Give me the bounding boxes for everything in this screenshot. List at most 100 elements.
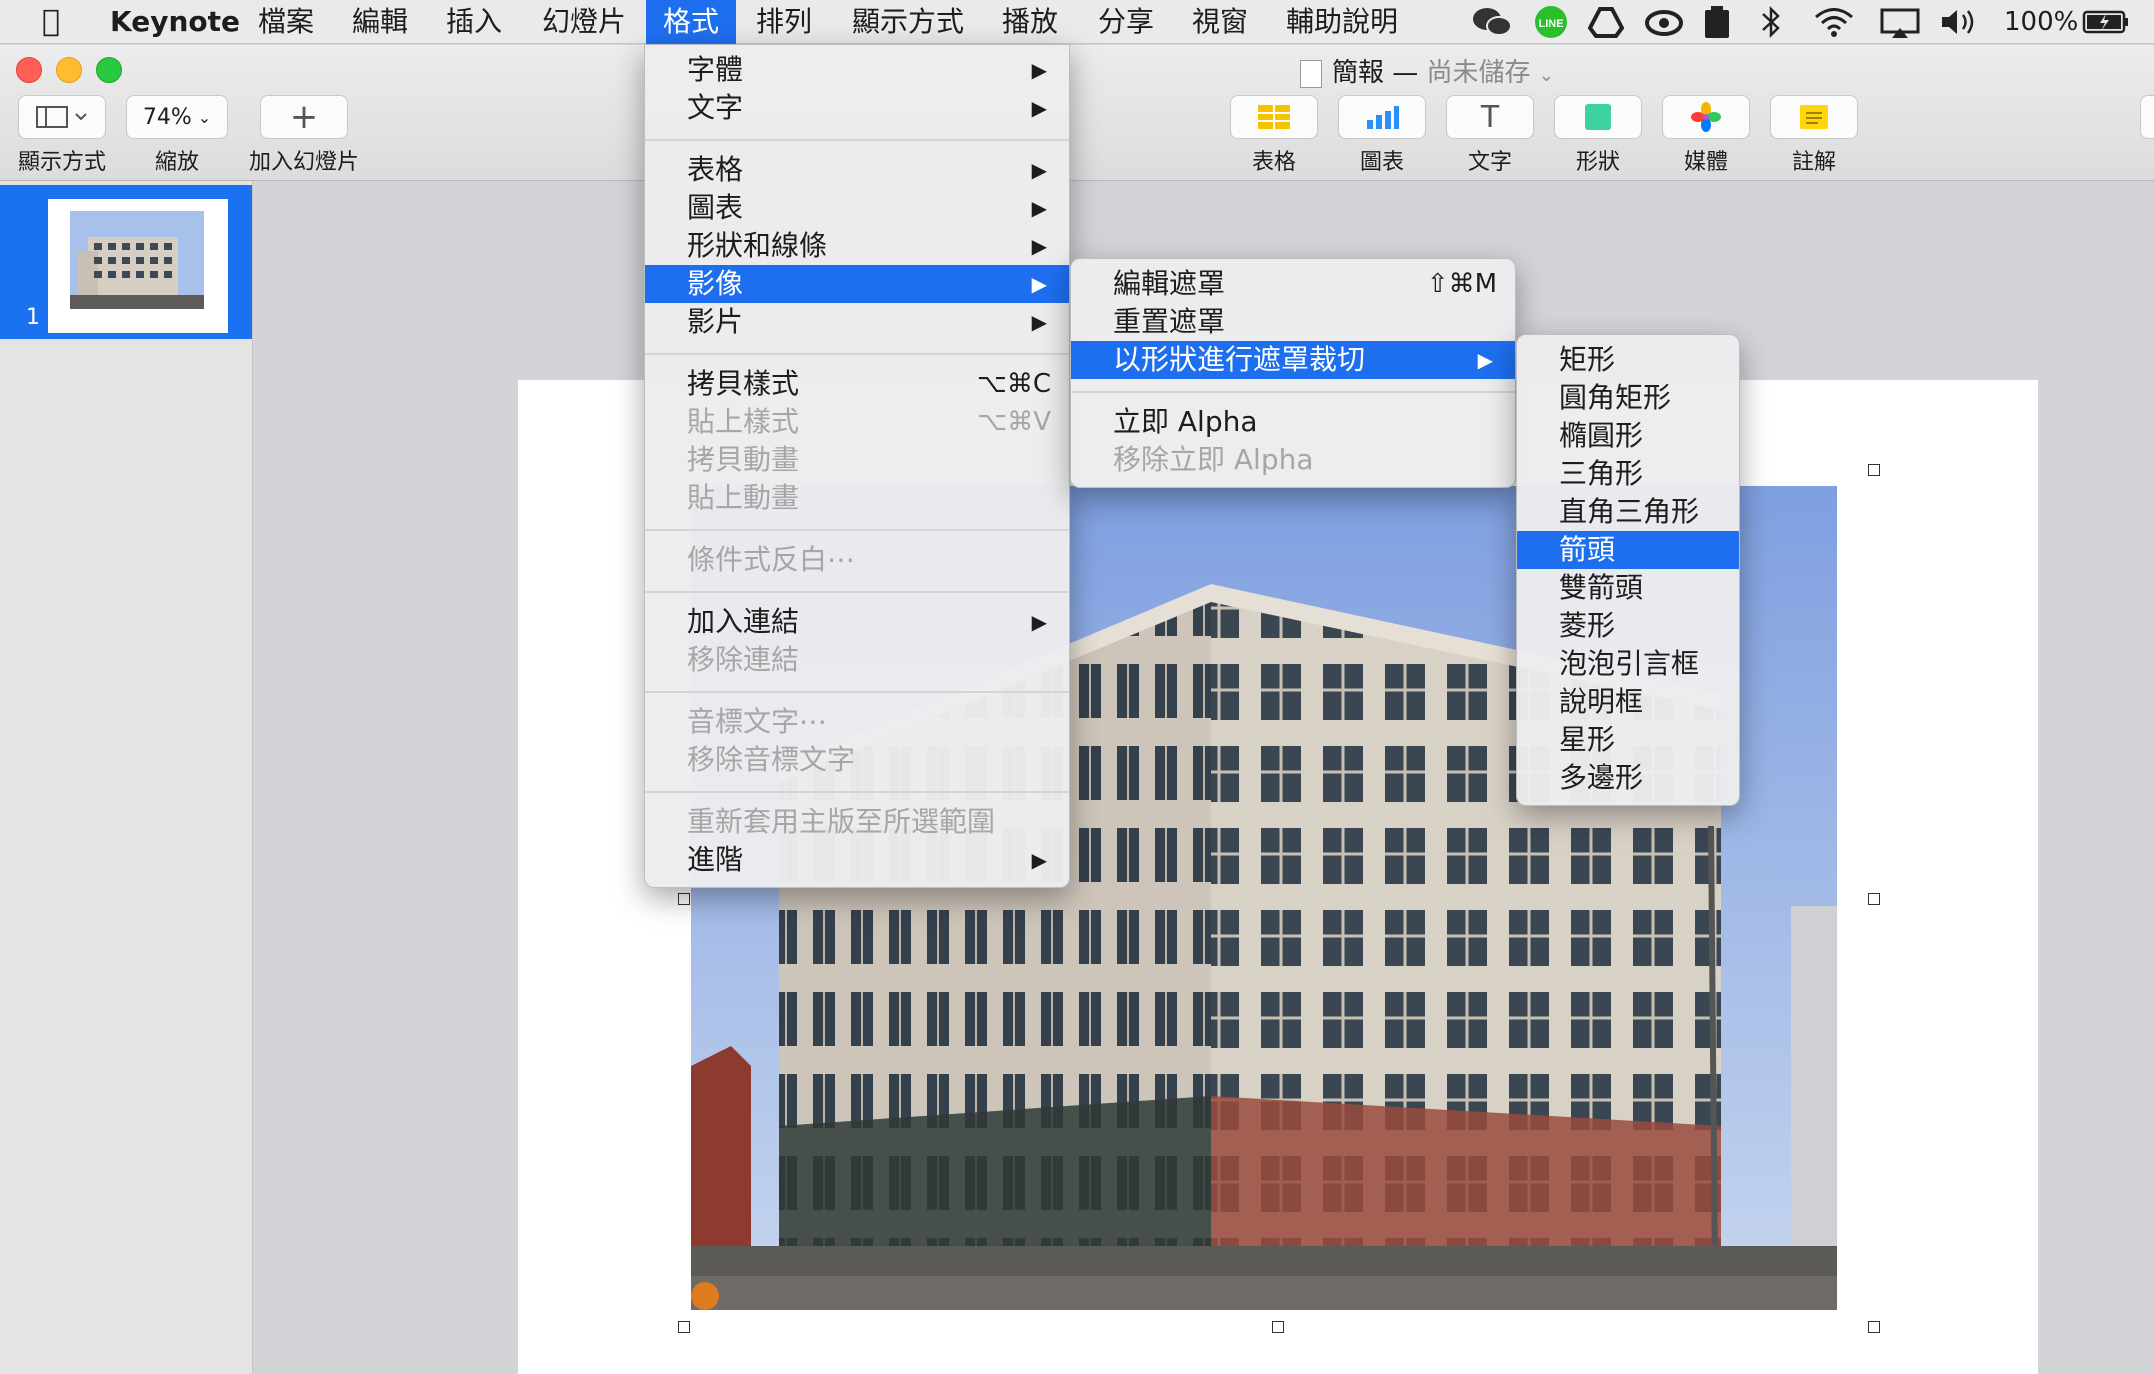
selection-handle[interactable] bbox=[678, 893, 690, 905]
battery-icon[interactable] bbox=[2082, 4, 2130, 40]
menu-arrange[interactable]: 排列 bbox=[742, 0, 826, 44]
menu-item-label: 菱形 bbox=[1559, 609, 1616, 642]
submenu-arrow-icon: ▶ bbox=[1031, 158, 1047, 182]
airplay-icon[interactable] bbox=[1878, 4, 1922, 40]
shape-item-right-triangle[interactable]: 直角三角形 bbox=[1517, 493, 1739, 531]
menu-edit[interactable]: 編輯 bbox=[338, 0, 422, 44]
menu-item-table[interactable]: 表格 ▶ bbox=[645, 151, 1069, 189]
menu-item-reset-mask[interactable]: 重置遮罩 bbox=[1071, 303, 1515, 341]
menu-item-label: 字體 bbox=[687, 53, 744, 86]
menu-file[interactable]: 檔案 bbox=[244, 0, 328, 44]
menu-window[interactable]: 視窗 bbox=[1178, 0, 1262, 44]
menu-item-instant-alpha[interactable]: 立即 Alpha bbox=[1071, 403, 1515, 441]
menu-play[interactable]: 播放 bbox=[988, 0, 1072, 44]
submenu-arrow-icon: ▶ bbox=[1031, 848, 1047, 872]
menu-item-shapes-lines[interactable]: 形狀和線條 ▶ bbox=[645, 227, 1069, 265]
shape-item-callout[interactable]: 說明框 bbox=[1517, 683, 1739, 721]
app-menu-keynote[interactable]: Keynote bbox=[96, 0, 254, 44]
bluetooth-icon[interactable] bbox=[1760, 4, 1782, 40]
shape-item-double-arrow[interactable]: 雙箭頭 bbox=[1517, 569, 1739, 607]
shape-label: 形狀 bbox=[1575, 150, 1620, 175]
chevron-down-icon: ⌄ bbox=[197, 107, 212, 127]
table-button[interactable] bbox=[1230, 95, 1318, 139]
text-icon: T bbox=[1480, 99, 1500, 135]
image-submenu: 編輯遮罩 ⇧⌘M 重置遮罩 以形狀進行遮罩裁切 ▶ 立即 Alpha 移除立即 Al… bbox=[1070, 258, 1516, 488]
shape-item-oval[interactable]: 橢圓形 bbox=[1517, 417, 1739, 455]
shape-item-rounded-rectangle[interactable]: 圓角矩形 bbox=[1517, 379, 1739, 417]
slide-thumbnail-row[interactable]: 1 bbox=[0, 185, 252, 339]
selection-handle[interactable] bbox=[1868, 1321, 1880, 1333]
clipboard-icon[interactable] bbox=[1702, 4, 1732, 40]
menu-format[interactable]: 格式 bbox=[646, 0, 736, 44]
menu-share[interactable]: 分享 bbox=[1084, 0, 1168, 44]
zoom-select[interactable]: 74% ⌄ bbox=[126, 95, 228, 139]
chart-button[interactable] bbox=[1338, 95, 1426, 139]
chevron-down-icon: ⌄ bbox=[1538, 65, 1554, 86]
submenu-arrow-icon: ▶ bbox=[1031, 196, 1047, 220]
shape-item-arrow[interactable]: 箭頭 bbox=[1517, 531, 1739, 569]
shape-button[interactable] bbox=[1554, 95, 1642, 139]
submenu-arrow-icon: ▶ bbox=[1031, 310, 1047, 334]
menu-insert[interactable]: 插入 bbox=[432, 0, 516, 44]
close-window-button[interactable] bbox=[16, 57, 42, 83]
menu-item-label: 音標文字⋯ bbox=[687, 705, 828, 738]
volume-icon[interactable] bbox=[1938, 4, 1982, 40]
title-separator: — bbox=[1392, 58, 1419, 88]
menu-item-chart[interactable]: 圖表 ▶ bbox=[645, 189, 1069, 227]
slide-navigator: 1 bbox=[0, 181, 253, 1374]
shape-item-quote-bubble[interactable]: 泡泡引言框 bbox=[1517, 645, 1739, 683]
apple-icon[interactable]:  bbox=[28, 0, 74, 44]
creative-cloud-icon[interactable] bbox=[1644, 4, 1684, 40]
selection-handle[interactable] bbox=[1868, 893, 1880, 905]
slide-thumbnail[interactable] bbox=[48, 199, 228, 333]
chart-label: 圖表 bbox=[1359, 150, 1404, 175]
menu-item-mask-with-shape[interactable]: 以形狀進行遮罩裁切 ▶ bbox=[1071, 341, 1515, 379]
shape-item-polygon[interactable]: 多邊形 bbox=[1517, 759, 1739, 797]
line-icon[interactable]: LINE bbox=[1532, 4, 1570, 40]
menu-shortcut: ⌥⌘C bbox=[976, 369, 1051, 399]
shape-mask-submenu: 矩形 圓角矩形 橢圓形 三角形 直角三角形 箭頭 雙箭頭 菱形 泡泡引言框 說明… bbox=[1516, 334, 1740, 806]
menu-item-movie[interactable]: 影片 ▶ bbox=[645, 303, 1069, 341]
selection-handle[interactable] bbox=[1868, 464, 1880, 476]
menu-item-label: 形狀和線條 bbox=[687, 229, 828, 262]
media-button[interactable] bbox=[1662, 95, 1750, 139]
menu-item-add-link[interactable]: 加入連結 ▶ bbox=[645, 603, 1069, 641]
menu-item-label: 泡泡引言框 bbox=[1559, 647, 1700, 680]
shape-item-triangle[interactable]: 三角形 bbox=[1517, 455, 1739, 493]
menu-item-copy-style[interactable]: 拷貝樣式 ⌥⌘C bbox=[645, 365, 1069, 403]
slide-thumbnail-image bbox=[70, 211, 204, 309]
google-drive-icon[interactable] bbox=[1587, 4, 1625, 40]
menu-item-reapply-master: 重新套用主版至所選範圍 bbox=[645, 803, 1069, 841]
minimize-window-button[interactable] bbox=[56, 57, 82, 83]
battery-percentage: 100% bbox=[2004, 7, 2079, 37]
menu-separator bbox=[645, 139, 1069, 141]
zoom-window-button[interactable] bbox=[96, 57, 122, 83]
wechat-icon[interactable] bbox=[1470, 4, 1514, 40]
menu-shortcut: ⇧⌘M bbox=[1426, 269, 1497, 299]
menu-view[interactable]: 顯示方式 bbox=[838, 0, 978, 44]
menu-item-label: 直角三角形 bbox=[1559, 495, 1700, 528]
menu-item-font[interactable]: 字體 ▶ bbox=[645, 51, 1069, 89]
menu-item-advanced[interactable]: 進階 ▶ bbox=[645, 841, 1069, 879]
menu-help[interactable]: 輔助說明 bbox=[1272, 0, 1412, 44]
shape-item-rectangle[interactable]: 矩形 bbox=[1517, 341, 1739, 379]
add-slide-button[interactable]: + bbox=[260, 95, 348, 139]
media-label: 媒體 bbox=[1683, 150, 1728, 175]
menu-item-text[interactable]: 文字 ▶ bbox=[645, 89, 1069, 127]
selection-handle[interactable] bbox=[678, 1321, 690, 1333]
selection-handle[interactable] bbox=[1272, 1321, 1284, 1333]
comment-button[interactable] bbox=[1770, 95, 1858, 139]
menu-item-image[interactable]: 影像 ▶ bbox=[645, 265, 1069, 303]
menu-item-paste-animation: 貼上動畫 bbox=[645, 479, 1069, 517]
shape-item-star[interactable]: 星形 bbox=[1517, 721, 1739, 759]
menu-item-label: 影片 bbox=[687, 305, 744, 338]
wifi-icon[interactable] bbox=[1812, 4, 1856, 40]
menu-item-label: 拷貝動畫 bbox=[687, 443, 800, 476]
view-button[interactable] bbox=[18, 95, 106, 139]
document-title[interactable]: 簡報 — 尚未儲存 ⌄ bbox=[1300, 52, 1554, 89]
text-button[interactable]: T bbox=[1446, 95, 1534, 139]
shape-item-diamond[interactable]: 菱形 bbox=[1517, 607, 1739, 645]
overflow-toolbar-button[interactable] bbox=[2140, 95, 2154, 139]
menu-slide[interactable]: 幻燈片 bbox=[528, 0, 640, 44]
menu-item-edit-mask[interactable]: 編輯遮罩 ⇧⌘M bbox=[1071, 265, 1515, 303]
